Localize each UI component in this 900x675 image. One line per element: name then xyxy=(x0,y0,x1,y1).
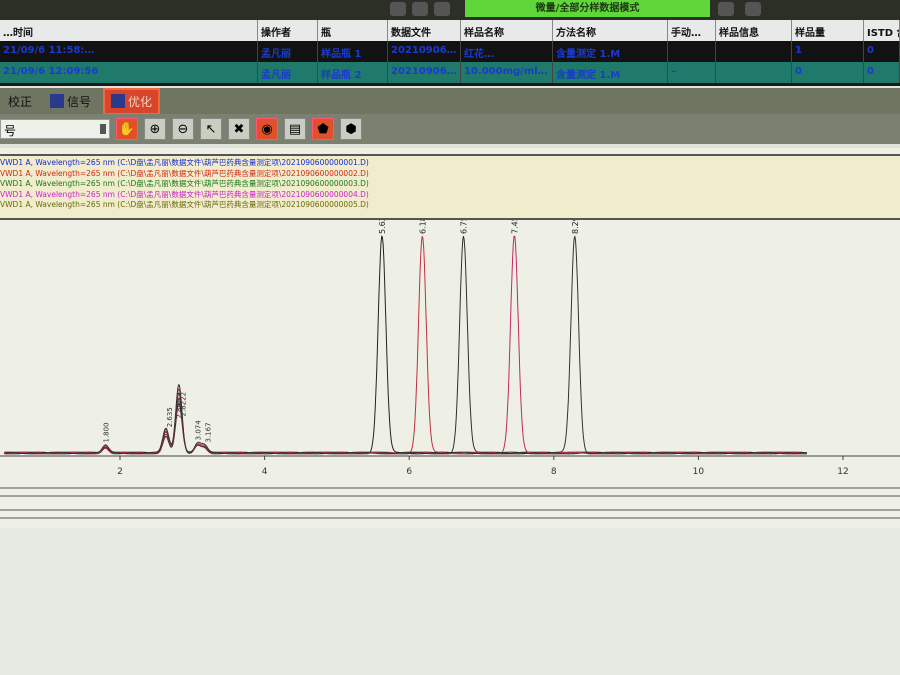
peak-label: 1.800 xyxy=(103,422,111,442)
tool-icon[interactable] xyxy=(390,2,406,16)
chart-icon xyxy=(111,94,126,108)
table-cell: 1 xyxy=(792,41,864,62)
chart-toolbar: 号 ✋ ⊕ ⊖ ↖ ✖ ◉ ▤ ⬟ ⬢ xyxy=(0,114,900,144)
column-header[interactable]: 数据文件 xyxy=(388,20,461,41)
column-header[interactable]: …时间 xyxy=(0,20,258,41)
table-cell: 孟凡丽 xyxy=(258,62,318,83)
tab-optimize[interactable]: 优化 xyxy=(103,87,161,115)
legend-entry: VWD1 A, Wavelength=265 nm (C:\D盘\孟凡丽\数据文… xyxy=(0,168,369,178)
table-cell: – xyxy=(668,62,716,83)
table-cell: 0 xyxy=(864,41,900,62)
chromatogram-trace xyxy=(4,235,807,455)
eraser-icon[interactable] xyxy=(718,2,734,16)
table-cell xyxy=(668,41,716,62)
zoom-out-icon[interactable]: ⊖ xyxy=(172,118,194,140)
peak-label: 2.635 xyxy=(166,407,174,427)
column-header[interactable]: 样品信息 xyxy=(716,20,792,41)
table-cell: 0 xyxy=(864,62,900,83)
column-header[interactable]: 瓶 xyxy=(318,20,388,41)
table-cell: 红花… xyxy=(461,41,553,62)
chart-legend: VWD1 A, Wavelength=265 nm (C:\D盘\孟凡丽\数据文… xyxy=(0,154,900,220)
pan-icon[interactable]: ✋ xyxy=(116,118,138,140)
empty-area xyxy=(0,528,900,675)
tool-icon[interactable] xyxy=(434,2,450,16)
table-row[interactable]: 21/09/6 11:58:… 孟凡丽 样品瓶 1 20210906… 红花… 含量测定 … xyxy=(0,41,900,62)
legend-entry: VWD1 A, Wavelength=265 nm (C:\D盘\孟凡丽\数据文… xyxy=(0,189,369,199)
table-row[interactable]: 21/09/6 12:09:56 孟凡丽 样品瓶 2 20210906… 10.000m… xyxy=(0,62,900,83)
column-header[interactable]: 操作者 xyxy=(258,20,318,41)
table-cell: 21/09/6 12:09:56 xyxy=(0,62,258,83)
column-header[interactable]: 手动… xyxy=(668,20,716,41)
mode-indicator: 微量/全部分样数据模式 xyxy=(465,0,710,17)
baseline-icon[interactable]: ⬢ xyxy=(340,118,362,140)
view-tabs: 校正 信号 优化 xyxy=(0,87,900,115)
table-cell: 20210906… xyxy=(388,62,461,83)
peak-icon[interactable]: ⬟ xyxy=(312,118,334,140)
peak-label: 2.8222 xyxy=(179,392,187,417)
x-tick-label: 2 xyxy=(117,467,123,477)
column-header[interactable]: ISTD 含… xyxy=(864,20,900,41)
column-header[interactable]: 方法名称 xyxy=(553,20,668,41)
table-cell: 含量测定 1.M xyxy=(553,62,668,83)
x-tick-label: 6 xyxy=(406,467,412,477)
signal-icon xyxy=(50,94,65,108)
x-tick-label: 8 xyxy=(551,467,557,477)
table-cell: 样品瓶 2 xyxy=(318,62,388,83)
tab-label: 信号 xyxy=(67,94,92,109)
table-header: …时间操作者瓶数据文件样品名称方法名称手动…样品信息样品量ISTD 含… xyxy=(0,20,900,41)
tab-label: 优化 xyxy=(128,94,153,109)
tool-icon[interactable] xyxy=(412,2,428,16)
x-tick-label: 4 xyxy=(262,467,268,477)
peak-label: 3.167 xyxy=(204,422,212,442)
x-tick-label: 12 xyxy=(837,467,848,477)
legend-entry: VWD1 A, Wavelength=265 nm (C:\D盘\孟凡丽\数据文… xyxy=(0,179,369,188)
legend-entry: VWD1 A, Wavelength=265 nm (C:\D盘\孟凡丽\数据文… xyxy=(0,200,369,209)
table-cell: 样品瓶 1 xyxy=(318,41,388,62)
zoom-in-icon[interactable]: ⊕ xyxy=(144,118,166,140)
overlay-icon[interactable]: ◉ xyxy=(256,118,278,140)
table-cell: 10.000mg/ml… xyxy=(461,62,553,83)
chromatogram-panel: 2 4 6 8 10 12 5.624 6.182 6.751 7.455 8.290 1.800 2.… xyxy=(0,148,900,528)
chromatogram-trace xyxy=(4,235,807,455)
main-toolbar: 微量/全部分样数据模式 xyxy=(0,0,900,20)
legend-entry: VWD1 A, Wavelength=265 nm (C:\D盘\孟凡丽\数据文… xyxy=(0,158,369,167)
column-header[interactable]: 样品名称 xyxy=(461,20,553,41)
help-icon[interactable] xyxy=(745,2,761,16)
table-cell: 20210906… xyxy=(388,41,461,62)
chromatogram-trace xyxy=(4,235,807,455)
tab-label: 校正 xyxy=(8,94,33,109)
table-cell xyxy=(716,62,792,83)
x-tick-label: 10 xyxy=(693,467,705,477)
column-header[interactable]: 样品量 xyxy=(792,20,864,41)
table-cell: 0 xyxy=(792,62,864,83)
signal-select[interactable]: 号 xyxy=(0,119,110,139)
peak-label: 3.074 xyxy=(195,420,203,441)
tab-signal[interactable]: 信号 xyxy=(44,90,97,113)
chromatogram-trace xyxy=(4,235,807,455)
stack-icon[interactable]: ▤ xyxy=(284,118,306,140)
chromatogram-trace xyxy=(4,235,807,455)
pointer-icon[interactable]: ↖ xyxy=(200,118,222,140)
table-cell: 21/09/6 11:58:… xyxy=(0,41,258,62)
tab-calibration[interactable]: 校正 xyxy=(2,90,38,113)
delete-icon[interactable]: ✖ xyxy=(228,118,250,140)
table-cell xyxy=(716,41,792,62)
table-cell: 含量测定 1.M xyxy=(553,41,668,62)
table-cell: 孟凡丽 xyxy=(258,41,318,62)
sample-table: …时间操作者瓶数据文件样品名称方法名称手动…样品信息样品量ISTD 含… 21/… xyxy=(0,20,900,86)
